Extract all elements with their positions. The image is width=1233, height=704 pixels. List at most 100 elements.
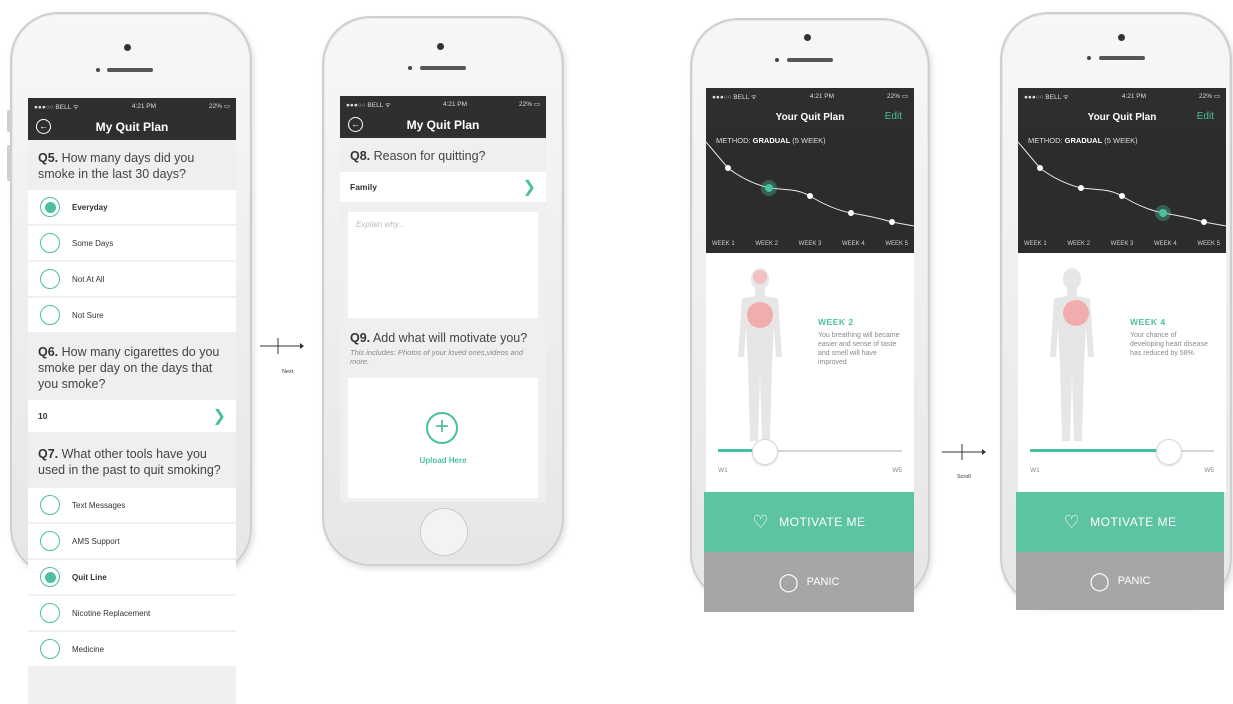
week-tick-label: WEEK 1 (1024, 241, 1047, 247)
plus-circle-icon[interactable]: + (426, 412, 458, 444)
slider-knob[interactable] (1156, 439, 1182, 465)
option-label: Everyday (72, 202, 108, 212)
radio-empty-icon[interactable] (40, 495, 60, 515)
option-label: Not At All (72, 274, 105, 284)
carrier-label: ●●●○○ BELL ᯤ (346, 101, 391, 109)
front-camera (804, 34, 811, 41)
radio-empty-icon[interactable] (40, 531, 60, 551)
week-tick-label: WEEK 1 (712, 241, 735, 247)
radio-empty-icon[interactable] (40, 603, 60, 623)
option-label: Not Sure (72, 310, 104, 320)
battery-label: 22% ▭ (1199, 93, 1220, 100)
speaker (107, 68, 153, 72)
edit-button[interactable]: Edit (1197, 111, 1214, 122)
radio-option[interactable]: Some Days (28, 226, 236, 260)
explain-textarea[interactable]: Explain why... (348, 212, 538, 318)
side-button (7, 145, 11, 181)
nav-bar: Your Quit Plan Edit (706, 104, 914, 130)
question-q6: Q6. How many cigarettes do you smoke per… (38, 345, 220, 391)
week-description: You breathing will became easier and sen… (818, 332, 900, 366)
slider-min-label: W1 (1030, 467, 1040, 474)
sensor (775, 58, 779, 62)
motivate-label: MOTIVATE ME (1090, 515, 1177, 529)
upload-label: Upload Here (419, 456, 467, 465)
radio-empty-icon[interactable] (40, 639, 60, 659)
radio-option[interactable]: Quit Line (28, 560, 236, 594)
back-arrow-icon[interactable]: ← (36, 119, 51, 134)
week-point[interactable] (1037, 165, 1043, 171)
next-arrow-icon (260, 338, 304, 354)
radio-option[interactable]: Not Sure (28, 298, 236, 332)
page-title: Your Quit Plan (775, 111, 845, 123)
week-point[interactable] (765, 184, 773, 192)
time-label: 4:21 PM (1121, 92, 1147, 100)
carrier-label: ●●●○○ BELL ᯤ (1024, 93, 1069, 101)
cigarettes-per-day-field[interactable]: 10 ❯ (28, 400, 236, 432)
slider-knob[interactable] (752, 439, 778, 465)
week-description: Your chance of developing heart disease … (1130, 332, 1208, 357)
upload-area[interactable]: + Upload Here (348, 378, 538, 498)
radio-dot-icon (44, 571, 56, 583)
radio-option[interactable]: Nicotine Replacement (28, 596, 236, 630)
option-label: Nicotine Replacement (72, 608, 151, 618)
field-value: 10 (38, 411, 48, 421)
home-button[interactable] (420, 508, 468, 556)
time-label: 4:21 PM (442, 100, 468, 108)
motivate-me-button[interactable]: ♡ MOTIVATE ME (1016, 492, 1224, 552)
radio-option[interactable]: Not At All (28, 262, 236, 296)
body-silhouette-icon (738, 268, 782, 441)
reason-select[interactable]: Family ❯ (340, 172, 546, 202)
radio-empty-icon[interactable] (40, 233, 60, 253)
time-label: 4:21 PM (131, 102, 157, 110)
screen-quit-plan-week2: ●●●○○ BELL ᯤ 4:21 PM 22% ▭ Your Quit Pla… (706, 88, 914, 492)
status-bar: ●●●○○ BELL ᯤ 4:21 PM 22% ▭ (706, 88, 914, 104)
back-arrow-icon[interactable]: ← (348, 117, 363, 132)
panic-label: PANIC (1117, 575, 1151, 587)
nav-bar: Your Quit Plan Edit (1018, 104, 1226, 130)
week-tick-label: WEEK 2 (755, 241, 779, 247)
week-point[interactable] (1119, 193, 1125, 199)
heart-icon: ♡ (752, 511, 770, 532)
progress-chart: METHOD: GRADUAL (5 WEEK) WEEK 1 WEEK 2 WEE… (1018, 130, 1226, 253)
q7-options: Text Messages AMS Support Quit Line Nicotin… (28, 488, 236, 666)
slider-fill (1030, 449, 1168, 452)
week-point[interactable] (1201, 219, 1207, 225)
radio-option[interactable]: Medicine (28, 632, 236, 666)
panic-button[interactable]: ◯ PANIC (704, 552, 914, 612)
radio-option[interactable]: Text Messages (28, 488, 236, 522)
option-label: Quit Line (72, 572, 107, 582)
question-q8: Q8. Reason for quitting? (350, 149, 486, 163)
speaker (420, 66, 466, 70)
week-point[interactable] (725, 165, 731, 171)
slider-max-label: W5 (892, 467, 902, 474)
edit-button[interactable]: Edit (885, 111, 902, 122)
radio-empty-icon[interactable] (40, 269, 60, 289)
week-point[interactable] (1159, 209, 1167, 217)
speaker (1099, 56, 1145, 60)
week-point[interactable] (848, 210, 854, 216)
page-title: My Quit Plan (406, 118, 480, 132)
scroll-label: Scroll (957, 474, 971, 480)
question-q9: Q9. Add what will motivate you? (350, 331, 528, 345)
week-point[interactable] (807, 193, 813, 199)
panic-button[interactable]: ◯ PANIC (1016, 552, 1224, 610)
motivate-me-button[interactable]: ♡ MOTIVATE ME (704, 492, 914, 552)
week-tick-label: WEEK 3 (798, 241, 822, 247)
slider-min-label: W1 (718, 467, 728, 474)
radio-empty-icon[interactable] (40, 305, 60, 325)
week-title: WEEK 2 (818, 317, 854, 327)
nav-bar: ← My Quit Plan (28, 114, 236, 140)
week-axis: WEEK 1 WEEK 2 WEEK 3 WEEK 4 WEEK 5 (1024, 241, 1220, 247)
week-point[interactable] (1078, 185, 1084, 191)
q5-options: Everyday Some Days Not At All Not Sure (28, 190, 236, 332)
week-point[interactable] (889, 219, 895, 225)
radio-selected-icon[interactable] (40, 567, 60, 587)
radio-option[interactable]: AMS Support (28, 524, 236, 558)
sensor (96, 68, 100, 72)
status-bar: ●●●○○ BELL ᯤ 4:21 PM 22% ▭ (340, 96, 546, 112)
radio-selected-icon[interactable] (40, 197, 60, 217)
week-tick-label: WEEK 3 (1110, 241, 1134, 247)
speaker (787, 58, 833, 62)
radio-option[interactable]: Everyday (28, 190, 236, 224)
slider-max-label: W5 (1204, 467, 1214, 474)
